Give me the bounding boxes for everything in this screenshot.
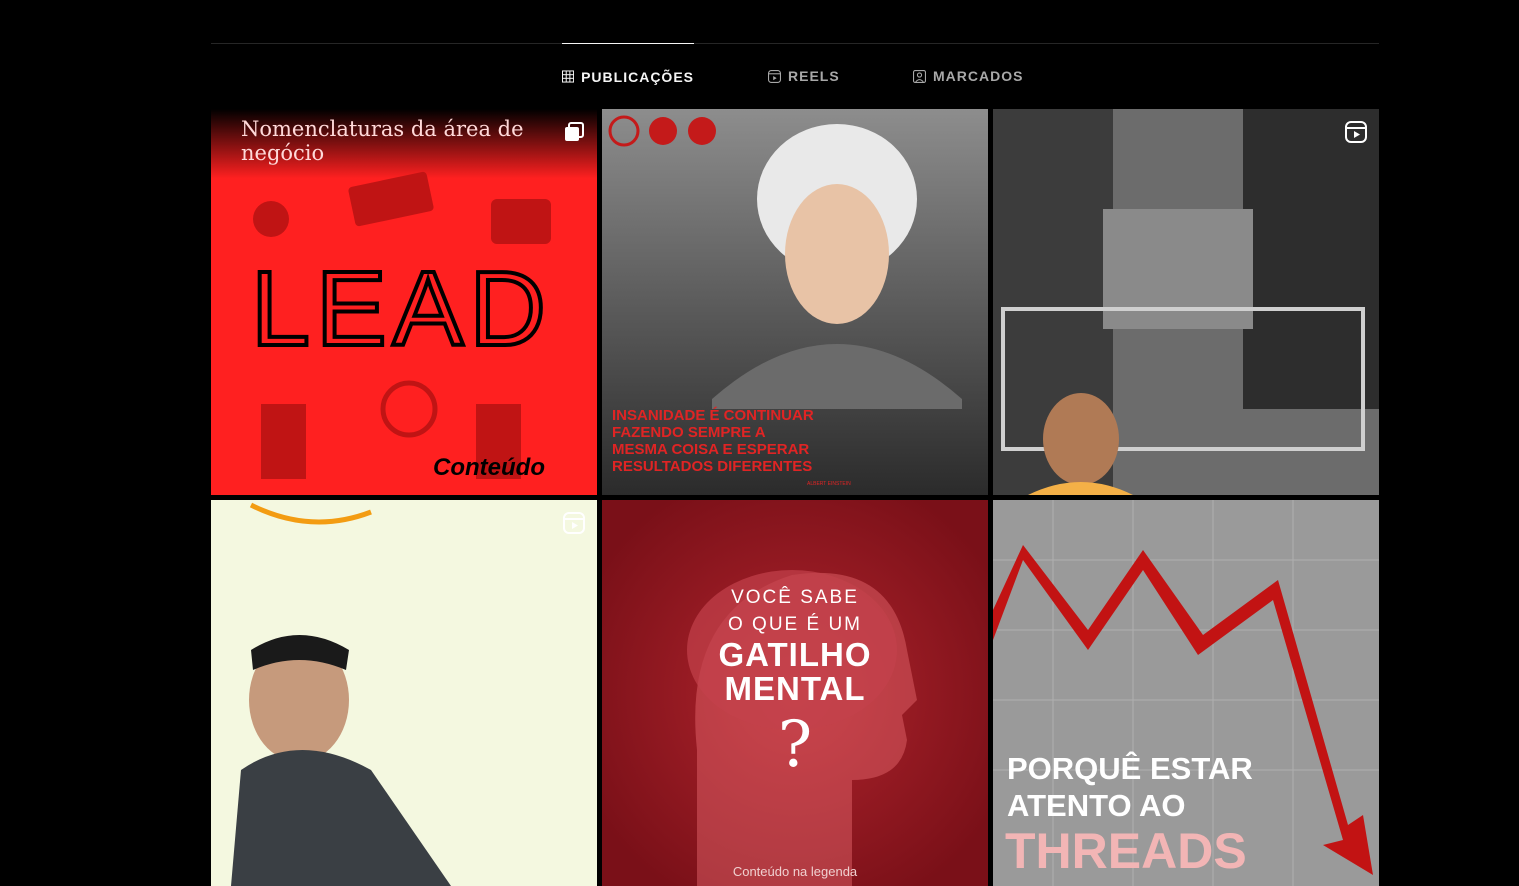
post-tile-threads[interactable]: PORQUÊ ESTAR ATENTO AO THREADS <box>993 500 1379 886</box>
reels-icon <box>768 69 781 83</box>
gatilho-footer: Conteúdo na legenda <box>732 864 858 879</box>
post-tile-reel-machine[interactable] <box>993 109 1379 495</box>
post-tile-reel-amazon[interactable] <box>211 500 597 886</box>
gatilho-headline: GATILHO MENTAL <box>602 638 988 706</box>
carousel-icon <box>565 122 584 141</box>
threads-lines: PORQUÊ ESTAR ATENTO AO <box>1007 750 1253 824</box>
tab-publicacoes[interactable]: PUBLICAÇÕES <box>562 43 694 109</box>
lead-title: Nomenclaturas da área de negócio <box>241 117 524 165</box>
threads-line: PORQUÊ ESTAR <box>1007 751 1253 786</box>
gatilho-line: O QUE É UM <box>727 614 862 635</box>
tab-marcados-label: MARCADOS <box>933 68 1024 84</box>
profile-tabs: PUBLICAÇÕES REELS MARCADOS <box>211 43 1379 109</box>
quote-line: RESULTADOS DIFERENTES <box>612 458 813 475</box>
tab-reels[interactable]: REELS <box>768 43 840 109</box>
gatilho-question: VOCÊ SABE O QUE É UM <box>602 584 988 638</box>
quote-line: MESMA COISA E ESPERAR <box>612 441 810 458</box>
tab-reels-label: REELS <box>788 68 840 84</box>
gatilho-line: GATILHO <box>718 636 872 673</box>
gatilho-line: MENTAL <box>724 670 866 707</box>
question-mark: ? <box>777 708 813 782</box>
tagged-icon <box>913 69 926 83</box>
lead-headline: LEAD <box>249 248 552 370</box>
quote-author: ALBERT EINSTEIN <box>807 481 851 487</box>
gatilho-line: VOCÊ SABE <box>731 587 859 608</box>
quote-line: INSANIDADE É CONTINUAR <box>612 407 814 424</box>
post-tile-einstein[interactable]: INSANIDADE É CONTINUAR FAZENDO SEMPRE A … <box>602 109 988 495</box>
tab-marcados[interactable]: MARCADOS <box>913 43 1023 109</box>
tab-publicacoes-label: PUBLICAÇÕES <box>581 68 694 85</box>
einstein-quote: INSANIDADE É CONTINUAR FAZENDO SEMPRE A … <box>612 407 814 475</box>
threads-line: ATENTO AO <box>1007 788 1186 823</box>
threads-highlight: THREADS <box>1005 823 1247 879</box>
quote-line: FAZENDO SEMPRE A <box>612 424 766 441</box>
grid-icon <box>562 70 575 83</box>
amazon-video-still <box>211 500 597 886</box>
reels-badge-icon <box>1345 121 1367 143</box>
post-tile-gatilho-mental[interactable]: VOCÊ SABE O QUE É UM GATILHO MENTAL ? Co… <box>602 500 988 886</box>
reels-badge-icon <box>563 512 585 534</box>
lead-cta: Conteúdo <box>433 454 545 481</box>
post-tile-lead[interactable]: Nomenclaturas da área de negócio LEAD Co… <box>211 109 597 495</box>
machine-photo <box>993 109 1379 495</box>
